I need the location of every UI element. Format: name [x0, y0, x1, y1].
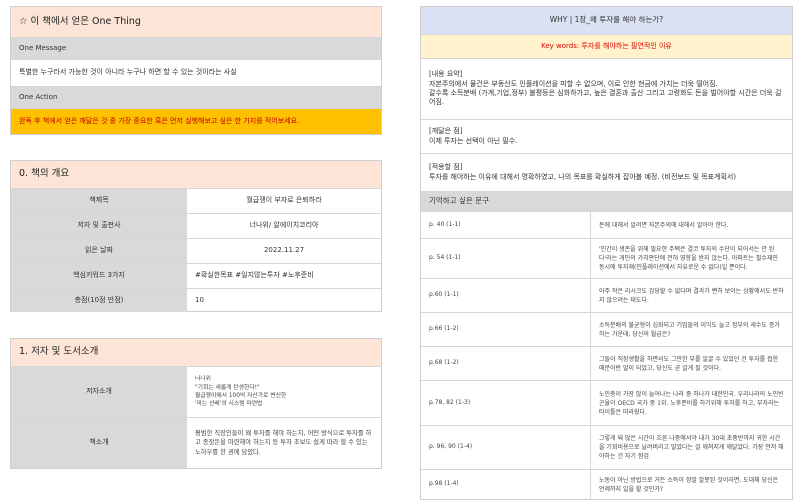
summary-label: [내용 요약] [429, 70, 463, 79]
overview-value: 너나위/ 알에이치코리아 [249, 221, 319, 230]
quote-page: p. 96, 90 (1-4) [421, 426, 591, 469]
overview-label: 책제목 [11, 189, 187, 213]
quote-row: p. 96, 90 (1-4) 그렇게 돼 많은 시간이 흐른 나중에서야 내가… [421, 425, 792, 469]
quote-text: 돈에 대해서 알려면 자본주의에 대해서 알아야 한다. [599, 221, 729, 229]
quote-text: 그들이 직장생활을 하면서도 그만한 부를 일굴 수 있었던 건 투자를 접한 … [599, 355, 779, 372]
quote-row: p.66 (1-2) 소득분배의 불균형이 심화되고 기업들의 이익도 늘고 정… [421, 312, 792, 346]
overview-value: 월급쟁이 부자로 은퇴하라 [246, 196, 322, 205]
one-action-text: 완독 후 책에서 얻은 깨달은 것 중 가장 중요한 혹은 먼저 실행해보고 싶… [11, 109, 381, 134]
quote-row: p.78, 82 (1-3) 노인층이 가장 많이 늘어나는 나라 중 하나가 … [421, 380, 792, 425]
why-title: WHY | 1장_왜 투자를 해야 하는가? [421, 7, 792, 34]
one-thing-title: ☆ 이 책에서 얻은 One Thing [11, 7, 381, 37]
quote-page: p.66 (1-2) [421, 313, 591, 346]
book-label: 책소개 [11, 418, 187, 468]
book-intro: 평범한 직장인들이 왜 투자를 해야 하는지, 어떤 방식으로 투자를 하고 종… [195, 429, 372, 456]
summary-line: 자본주의에서 물건은 부동산도 인플레이션을 피할 수 없으며, 이로 인한 현… [429, 79, 718, 88]
one-message-text: 특별한 누구라서 가능한 것이 아니라 누구나 하면 할 수 있는 것이라는 사… [19, 68, 237, 77]
overview-title: 0. 책의 개요 [11, 161, 381, 188]
quote-text: 노동이 아닌 방법으로 거든 소득이 정말 잘못된 것이라면, 도대체 당신은 … [599, 476, 779, 493]
author-section-title: 1. 저자 및 도서소개 [11, 339, 381, 366]
why-table: WHY | 1장_왜 투자를 해야 하는가? Key words: 투자를 해야… [420, 6, 793, 500]
summary-block: [내용 요약] 자본주의에서 물건은 부동산도 인플레이션을 피할 수 없으며,… [421, 59, 792, 119]
quote-row: p.98 (1-4) 노동이 아닌 방법으로 거든 소득이 정말 잘못된 것이라… [421, 469, 792, 499]
overview-label: 저자 및 출판사 [11, 214, 187, 238]
overview-row: 책제목 월급쟁이 부자로 은퇴하라 [11, 188, 381, 213]
author-intro: 너나위 "기회는 새롭게 탄생한다!" 월급쟁이에서 100억 자산가로 변신한… [187, 367, 381, 417]
overview-label: 총점(10점 만점) [11, 289, 187, 312]
apply-label: [적용할 점] [429, 163, 463, 172]
overview-value: 10 [195, 295, 204, 304]
quote-text: '인간이 생존을 위해 필요한 주택은 결코 투자의 수단이 되어서는 안 된다… [599, 246, 778, 271]
realize-block: [깨달은 점] 이제 투자는 선택이 아닌 필수. [421, 120, 792, 153]
author-label: 저자소개 [11, 367, 187, 417]
overview-row: 총점(10점 만점) 10 [11, 288, 381, 312]
author-table: 1. 저자 및 도서소개 저자소개 너나위 "기회는 새롭게 탄생한다!" 월급… [10, 338, 382, 469]
quote-page: p.60 (1-1) [421, 279, 591, 312]
overview-value: 2022.11.27 [263, 246, 305, 255]
quotes-title: 기억하고 싶은 문구 [421, 192, 792, 211]
quote-row: p. 54 (1-1) '인간이 생존을 위해 필요한 주택은 결코 투자의 수… [421, 238, 792, 278]
author-line: 월급쟁이에서 100억 자산가로 변신한 [195, 393, 287, 399]
quote-page: p.78, 82 (1-3) [421, 381, 591, 425]
apply-text: 투자를 해야하는 이유에 대해서 명확하였고, 나의 목표를 확실하게 잡아볼 … [429, 172, 737, 181]
quote-text: 소득분배의 불균형이 심화되고 기업들의 이익도 늘고 정부의 세수도 증가하는… [599, 321, 780, 338]
quote-page: p. 54 (1-1) [421, 239, 591, 278]
one-message-label: One Message [11, 38, 381, 59]
overview-row: 읽은 날짜 2022.11.27 [11, 238, 381, 263]
overview-value: #확실한목표 #일지않는투자 #노후준비 [195, 271, 314, 280]
apply-block: [적용할 점] 투자를 해야하는 이유에 대해서 명확하였고, 나의 목표를 확… [421, 154, 792, 191]
quote-page: p.98 (1-4) [421, 470, 591, 499]
summary-line: 갈수록 소득분배 (가계,기업,정부) 불평등은 심화하가고, 높은 결혼과 출… [429, 89, 782, 107]
overview-row: 저자 및 출판사 너나위/ 알에이치코리아 [11, 213, 381, 238]
overview-label: 핵심키워드 3가지 [11, 264, 187, 288]
quote-text: 그렇게 돼 많은 시간이 흐른 나중에서야 내가 30대 초중반까지 귀한 시간… [599, 435, 784, 460]
quote-text: 노인층이 가장 많이 늘어나는 나라 중 하나가 대한민국. 우리나라의 노인빈… [599, 390, 784, 416]
author-line: '마는 선배'의 시스템 마련법 [195, 401, 263, 408]
overview-label: 읽은 날짜 [11, 239, 187, 263]
quote-row: p. 40 (1-1) 돈에 대해서 알려면 자본주의에 대해서 알아야 한다. [421, 211, 792, 238]
quote-page: p.68 (1-2) [421, 347, 591, 380]
author-line: 너나위 [195, 376, 211, 383]
author-line: "기회는 새롭게 탄생한다!" [195, 384, 260, 391]
overview-row: 핵심키워드 3가지 #확실한목표 #일지않는투자 #노후준비 [11, 263, 381, 288]
quote-page: p. 40 (1-1) [421, 212, 591, 238]
overview-table: 0. 책의 개요 책제목 월급쟁이 부자로 은퇴하라 저자 및 출판사 너나위/… [10, 160, 382, 312]
one-action-label: One Action [11, 87, 381, 108]
one-thing-table: ☆ 이 책에서 얻은 One Thing One Message 특별한 누구라… [10, 6, 382, 135]
realize-label: [깨달은 점] [429, 127, 463, 136]
one-thing-header-row: ☆ 이 책에서 얻은 One Thing [11, 7, 381, 37]
quote-row: p.68 (1-2) 그들이 직장생활을 하면서도 그만한 부를 일굴 수 있었… [421, 346, 792, 380]
why-keywords: Key words: 투자를 해야하는 필연적인 이유 [421, 35, 792, 58]
quote-row: p.60 (1-1) 아주 작은 리시크도 감당할 수 없다며 결과가 뻔히 보… [421, 278, 792, 312]
quote-text: 아주 작은 리시크도 감당할 수 없다며 결과가 뻔히 보이는 상황에서도 반하… [599, 287, 784, 304]
realize-text: 이제 투자는 선택이 아닌 필수. [429, 136, 518, 145]
